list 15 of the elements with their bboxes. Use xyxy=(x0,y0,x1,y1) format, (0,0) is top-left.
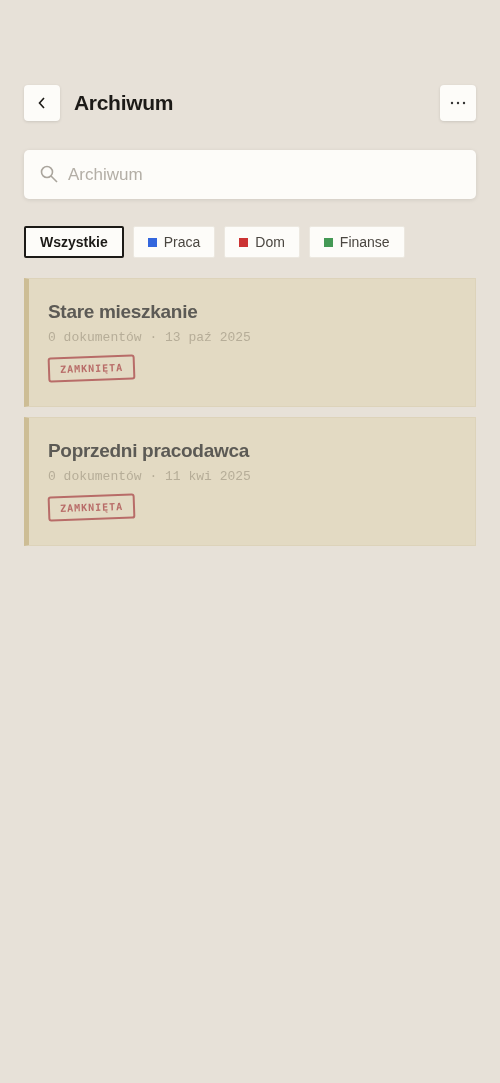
more-icon xyxy=(450,101,466,105)
filter-chip[interactable]: Finanse xyxy=(308,226,405,258)
more-button[interactable] xyxy=(440,85,476,121)
closed-stamp: ZAMKNIĘTA xyxy=(47,354,136,383)
filter-chip[interactable]: Wszystkie xyxy=(24,226,124,258)
search-icon xyxy=(40,165,58,183)
back-button[interactable] xyxy=(24,85,60,121)
filter-chip[interactable]: Praca xyxy=(132,226,216,258)
page-title: Archiwum xyxy=(74,91,175,115)
filter-chip[interactable]: Dom xyxy=(224,226,300,258)
closed-stamp: ZAMKNIĘTA xyxy=(47,493,136,522)
back-icon xyxy=(38,97,46,109)
folder-name: Poprzedni pracodawca xyxy=(48,440,249,462)
search-field[interactable]: Archiwum xyxy=(24,150,476,199)
folder-name: Stare mieszkanie xyxy=(48,301,198,323)
